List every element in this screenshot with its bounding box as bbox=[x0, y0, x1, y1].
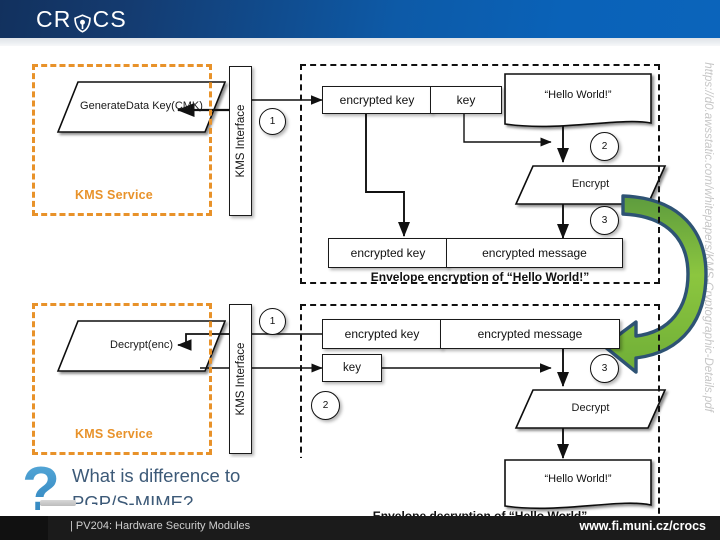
decrypt-enc-shape: Decrypt(enc) bbox=[58, 321, 225, 371]
plaintext-note-top: “Hello World!” bbox=[505, 74, 651, 126]
question-line-1: What is difference to bbox=[72, 465, 241, 486]
encrypt-operation-shape: Encrypt bbox=[516, 166, 665, 204]
source-url-text: https://d0.awsstatic.com/whitepapers/KMS… bbox=[702, 62, 714, 412]
step-circle-top-1: 1 bbox=[259, 108, 286, 135]
slide: CR CS https://d0.awsstatic.com/whitepape… bbox=[0, 0, 720, 540]
kms-interface-label-bottom: KMS Interface bbox=[234, 342, 247, 416]
step-circle-bottom-3: 3 bbox=[590, 354, 619, 383]
slide-content: https://d0.awsstatic.com/whitepapers/KMS… bbox=[0, 46, 720, 530]
decrypt-operation-label: Decrypt bbox=[571, 402, 610, 415]
decrypt-operation-shape: Decrypt bbox=[516, 390, 665, 428]
input-encrypted-key-box: encrypted key bbox=[322, 319, 442, 349]
output-encrypted-message-box: encrypted message bbox=[446, 238, 623, 268]
kms-interface-bar-bottom: KMS Interface bbox=[229, 304, 252, 454]
encrypt-operation-label: Encrypt bbox=[571, 178, 610, 191]
slide-header: CR CS bbox=[0, 0, 720, 38]
generate-data-key-shape: GenerateData Key(CMK) bbox=[58, 82, 225, 132]
plaintext-note-top-label: “Hello World!” bbox=[544, 88, 612, 101]
kms-service-label-top: KMS Service bbox=[75, 188, 153, 202]
footer-right-url: www.fi.muni.cz/crocs bbox=[579, 519, 706, 533]
crocs-shield-icon bbox=[73, 12, 92, 33]
footer-left-text: | PV204: Hardware Security Modules bbox=[70, 520, 251, 532]
kms-interface-bar-top: KMS Interface bbox=[229, 66, 252, 216]
slide-footer: | PV204: Hardware Security Modules www.f… bbox=[0, 516, 720, 540]
step-circle-bottom-2: 2 bbox=[311, 391, 340, 420]
generate-data-key-label: GenerateData Key(CMK) bbox=[80, 100, 203, 113]
footer-left-tab bbox=[0, 516, 48, 540]
plaintext-note-bottom-label: “Hello World!” bbox=[544, 473, 612, 486]
crocs-logo: CR CS bbox=[36, 6, 127, 33]
step-circle-top-3: 3 bbox=[590, 206, 619, 235]
header-divider-strip bbox=[0, 38, 720, 46]
logo-text-right: CS bbox=[92, 6, 127, 32]
envelope-encryption-caption: Envelope encryption of “Hello World!” bbox=[370, 270, 590, 284]
step-circle-top-2: 2 bbox=[590, 132, 619, 161]
step-circle-bottom-1: 1 bbox=[259, 308, 286, 335]
key-box-bottom: key bbox=[322, 354, 382, 382]
plaintext-note-bottom: “Hello World!” bbox=[505, 460, 651, 508]
kms-service-label-bottom: KMS Service bbox=[75, 427, 153, 441]
footer-underline-accent bbox=[40, 500, 76, 506]
encrypted-key-box-top: encrypted key bbox=[322, 86, 432, 114]
logo-text-left: CR bbox=[36, 6, 72, 32]
source-url-vertical: https://d0.awsstatic.com/whitepapers/KMS… bbox=[695, 46, 720, 516]
output-encrypted-key-box: encrypted key bbox=[328, 238, 448, 268]
kms-interface-label-top: KMS Interface bbox=[234, 104, 247, 178]
decrypt-enc-label: Decrypt(enc) bbox=[110, 339, 173, 352]
key-box-top: key bbox=[430, 86, 502, 114]
input-encrypted-message-box: encrypted message bbox=[440, 319, 620, 349]
